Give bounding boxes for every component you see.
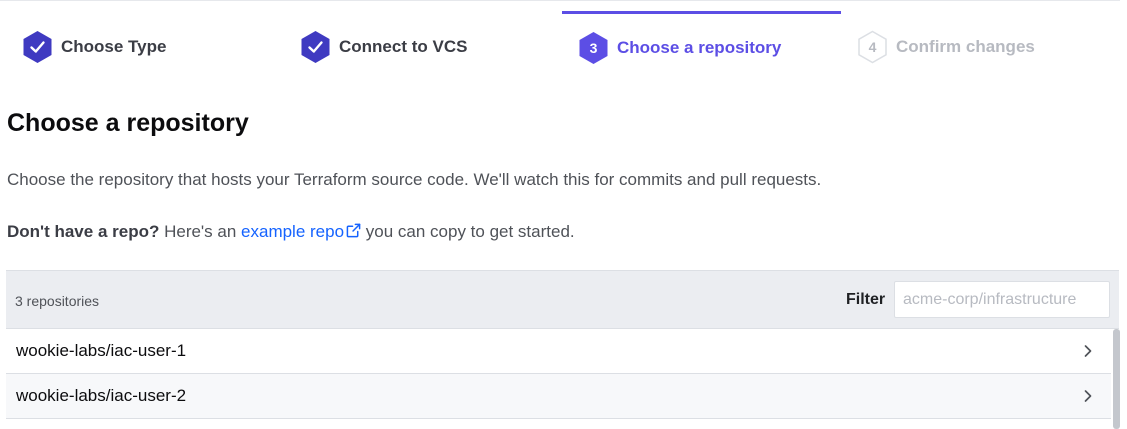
repo-list-header: 3 repositories Filter <box>6 270 1119 329</box>
example-repo-link[interactable]: example repo <box>241 222 361 241</box>
page-description: Choose the repository that hosts your Te… <box>7 170 822 189</box>
step-choose-type[interactable]: Choose Type <box>22 12 282 82</box>
example-repo-link-label: example repo <box>241 222 345 241</box>
step-choose-repository[interactable]: 3 Choose a repository <box>562 11 841 81</box>
step-number-hexagon-icon: 4 <box>858 30 887 64</box>
step-label: Confirm changes <box>896 37 1035 56</box>
filter-label: Filter <box>846 291 886 308</box>
page-title: Choose a repository <box>7 109 249 137</box>
step-label: Choose Type <box>61 37 167 56</box>
step-number-hexagon-icon: 3 <box>579 31 608 64</box>
step-number: 4 <box>869 39 877 55</box>
hint-bold: Don't have a repo? <box>7 222 160 241</box>
chevron-right-icon <box>1084 390 1092 402</box>
step-number: 3 <box>590 40 598 56</box>
checkmark-hexagon-icon <box>23 31 52 63</box>
page: Choose Type Connect to VCS 3 Choose a re… <box>0 0 1127 429</box>
step-label: Choose a repository <box>617 37 782 57</box>
repo-name: wookie-labs/iac-user-2 <box>16 386 187 405</box>
step-confirm-changes: 4 Confirm changes <box>857 12 1120 82</box>
repo-count: 3 repositories <box>15 293 100 309</box>
example-repo-hint: Don't have a repo? Here's an example rep… <box>7 222 575 242</box>
filter-input[interactable] <box>894 281 1110 318</box>
repo-row[interactable]: wookie-labs/iac-user-1 <box>6 329 1111 374</box>
repo-name: wookie-labs/iac-user-1 <box>16 341 187 360</box>
wizard-stepper: Choose Type Connect to VCS 3 Choose a re… <box>0 0 1120 90</box>
repo-list-scrollbar[interactable] <box>1113 329 1120 429</box>
hint-text-after: you can copy to get started. <box>361 222 575 241</box>
external-link-icon <box>346 223 361 238</box>
hint-text-before: Here's an <box>159 222 242 241</box>
repo-row[interactable]: wookie-labs/iac-user-2 <box>6 374 1111 419</box>
step-label: Connect to VCS <box>339 37 468 56</box>
checkmark-hexagon-icon <box>301 31 330 63</box>
step-connect-vcs[interactable]: Connect to VCS <box>300 12 560 82</box>
chevron-right-icon <box>1084 345 1092 357</box>
